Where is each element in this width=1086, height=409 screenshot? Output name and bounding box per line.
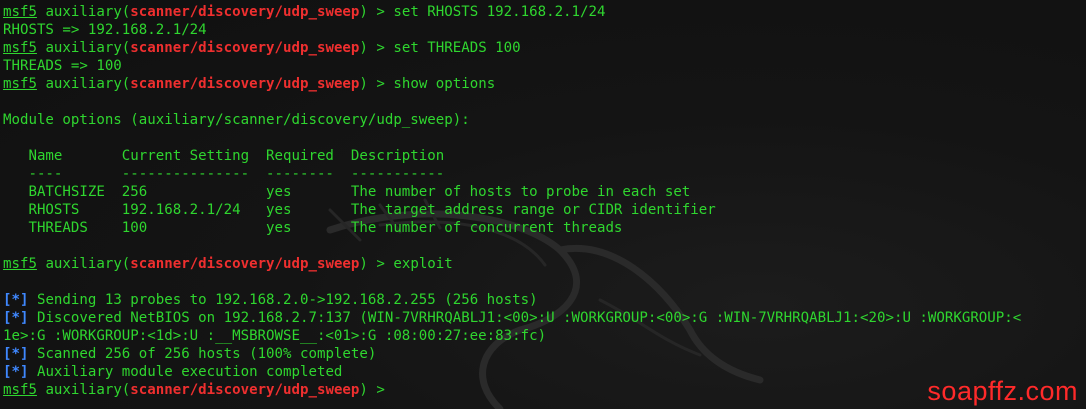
terminal-window[interactable]: msf5 auxiliary(scanner/discovery/udp_swe…: [0, 0, 1086, 409]
prompt-module: scanner/discovery/udp_sweep: [130, 76, 360, 92]
output-line: 1e>:G :WORKGROUP:<1d>:U :__MSBROWSE__:<0…: [3, 328, 547, 344]
status-tag: [*]: [3, 292, 29, 308]
prompt-line: msf5 auxiliary(scanner/discovery/udp_swe…: [3, 255, 1086, 273]
command-text: set RHOSTS 192.168.2.1/24: [393, 4, 606, 20]
output-line: BATCHSIZE 256 yes The number of hosts to…: [3, 184, 691, 200]
prompt-msf: msf5: [3, 40, 37, 56]
prompt-msf: msf5: [3, 76, 37, 92]
status-tag: [*]: [3, 310, 29, 326]
prompt-suffix: ) >: [359, 76, 394, 92]
prompt-suffix: ) >: [359, 40, 394, 56]
status-line: [*] Discovered NetBIOS on 192.168.2.7:13…: [3, 309, 1086, 327]
prompt-line: msf5 auxiliary(scanner/discovery/udp_swe…: [3, 75, 1086, 93]
prompt-module: scanner/discovery/udp_sweep: [130, 256, 360, 272]
status-text: Scanned 256 of 256 hosts (100% complete): [28, 346, 377, 362]
prompt-prefix: auxiliary(: [36, 40, 131, 56]
status-line: [*] Auxiliary module execution completed: [3, 363, 1086, 381]
status-tag: [*]: [3, 346, 29, 362]
prompt-prefix: auxiliary(: [36, 256, 131, 272]
output-line: ---- --------------- -------- ----------…: [3, 166, 445, 182]
status-line: [*] Sending 13 probes to 192.168.2.0->19…: [3, 291, 1086, 309]
watermark-text: soapffz.com: [927, 376, 1078, 406]
terminal-output: msf5 auxiliary(scanner/discovery/udp_swe…: [0, 0, 1086, 399]
prompt-msf: msf5: [3, 4, 37, 20]
prompt-line: msf5 auxiliary(scanner/discovery/udp_swe…: [3, 39, 1086, 57]
output-line: RHOSTS => 192.168.2.1/24: [3, 22, 207, 38]
command-text: exploit: [393, 256, 453, 272]
status-text: Sending 13 probes to 192.168.2.0->192.16…: [28, 292, 538, 308]
status-line: [*] Scanned 256 of 256 hosts (100% compl…: [3, 345, 1086, 363]
status-tag: [*]: [3, 364, 29, 380]
output-line: THREADS => 100: [3, 58, 122, 74]
output-line: Name Current Setting Required Descriptio…: [3, 148, 445, 164]
command-text: set THREADS 100: [393, 40, 521, 56]
prompt-prefix: auxiliary(: [36, 382, 131, 398]
command-text: show options: [393, 76, 496, 92]
prompt-suffix: ) >: [359, 382, 394, 398]
output-line: Module options (auxiliary/scanner/discov…: [3, 112, 470, 128]
prompt-msf: msf5: [3, 382, 37, 398]
prompt-prefix: auxiliary(: [36, 4, 131, 20]
status-text: Discovered NetBIOS on 192.168.2.7:137 (W…: [28, 310, 1022, 326]
prompt-suffix: ) >: [359, 4, 394, 20]
prompt-module: scanner/discovery/udp_sweep: [130, 40, 360, 56]
prompt-msf: msf5: [3, 256, 37, 272]
output-line: THREADS 100 yes The number of concurrent…: [3, 220, 623, 236]
prompt-prefix: auxiliary(: [36, 76, 131, 92]
prompt-module: scanner/discovery/udp_sweep: [130, 4, 360, 20]
status-text: Auxiliary module execution completed: [28, 364, 343, 380]
output-line: RHOSTS 192.168.2.1/24 yes The target add…: [3, 202, 716, 218]
prompt-line: msf5 auxiliary(scanner/discovery/udp_swe…: [3, 381, 1086, 399]
prompt-line: msf5 auxiliary(scanner/discovery/udp_swe…: [3, 3, 1086, 21]
prompt-suffix: ) >: [359, 256, 394, 272]
prompt-module: scanner/discovery/udp_sweep: [130, 382, 360, 398]
